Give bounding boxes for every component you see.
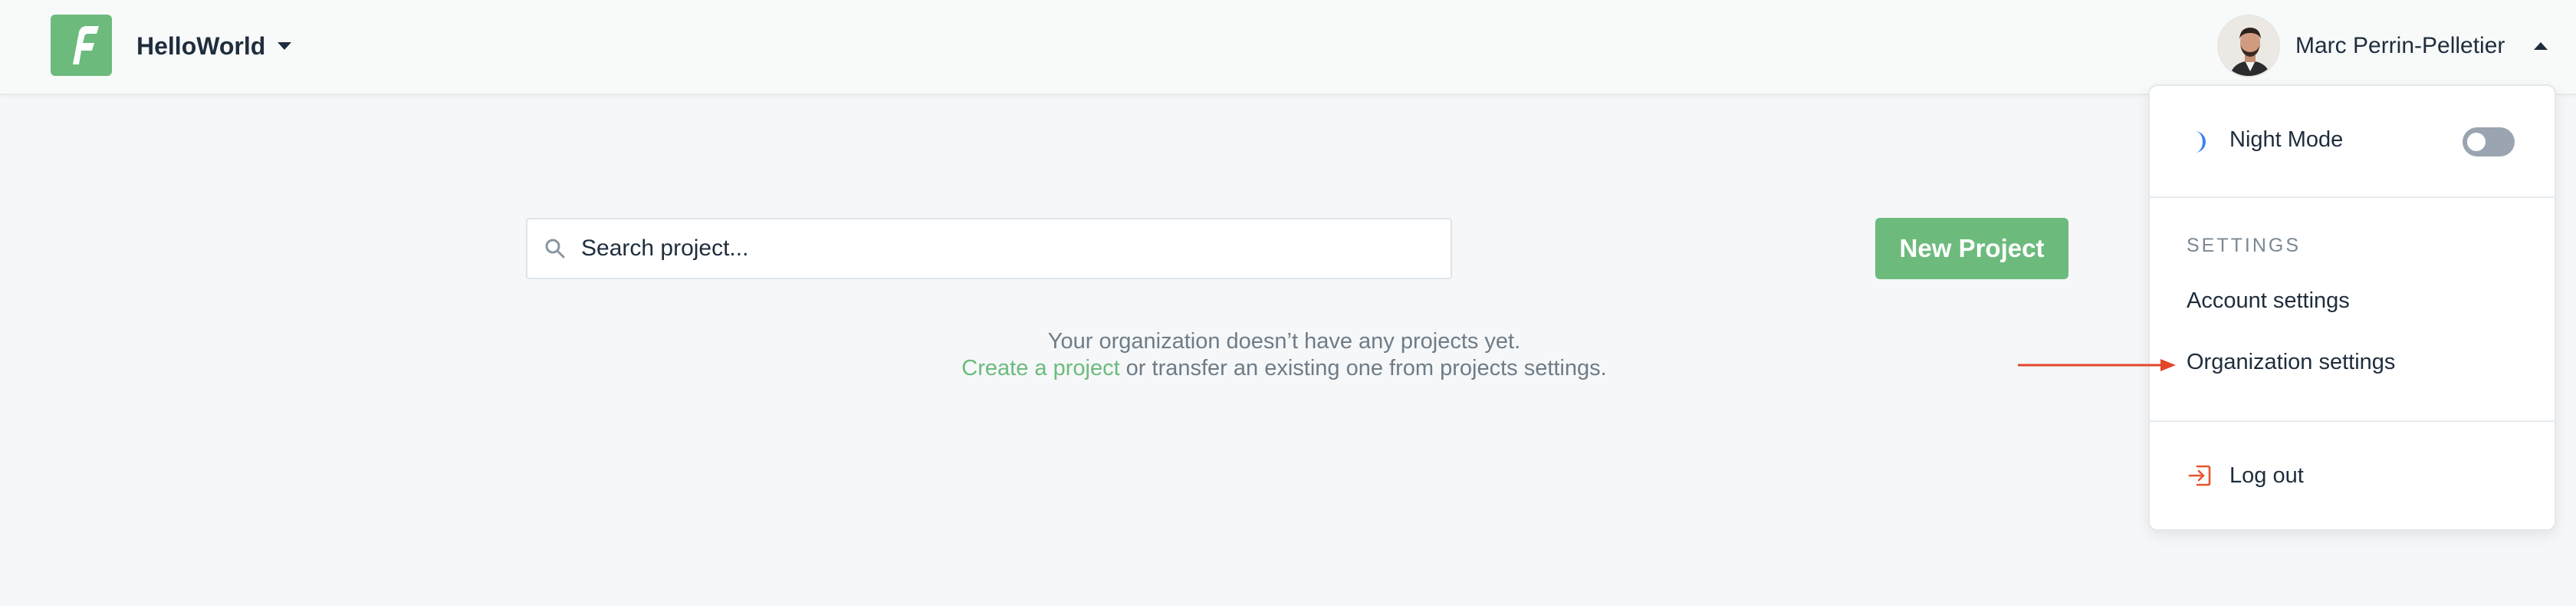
chevron-up-icon bbox=[2534, 42, 2548, 50]
org-name: HelloWorld bbox=[136, 31, 266, 60]
logout-icon bbox=[2188, 465, 2211, 486]
moon-icon bbox=[2195, 131, 2206, 153]
avatar-portrait bbox=[2219, 16, 2279, 76]
empty-state-line-2: Create a project or transfer an existing… bbox=[828, 355, 1740, 382]
user-dropdown-menu: Night Mode SETTINGS Account settings Org… bbox=[2148, 84, 2556, 531]
organization-settings-link[interactable]: Organization settings bbox=[2187, 350, 2395, 375]
night-mode-toggle[interactable] bbox=[2463, 127, 2515, 156]
search-box bbox=[526, 218, 1452, 279]
settings-heading: SETTINGS bbox=[2187, 235, 2302, 256]
empty-state-message: Your organization doesn’t have any proje… bbox=[828, 328, 1740, 382]
logo-icon bbox=[73, 26, 99, 64]
search-icon bbox=[545, 239, 565, 259]
empty-state-line-1: Your organization doesn’t have any proje… bbox=[1047, 329, 1521, 354]
empty-state-line-2-text: or transfer an existing one from project… bbox=[1119, 356, 1607, 380]
top-bar: HelloWorld Marc Perrin-Pelletier bbox=[0, 0, 2576, 95]
org-switcher[interactable]: HelloWorld bbox=[136, 28, 292, 64]
app-logo[interactable] bbox=[51, 15, 112, 76]
menu-divider bbox=[2150, 196, 2555, 198]
chevron-down-icon bbox=[278, 42, 292, 50]
user-menu-toggle[interactable]: Marc Perrin-Pelletier bbox=[2217, 15, 2548, 77]
annotation-arrow-icon bbox=[2018, 359, 2176, 371]
night-mode-label: Night Mode bbox=[2229, 127, 2344, 152]
night-mode-row: Night Mode bbox=[2150, 117, 2555, 167]
account-settings-link[interactable]: Account settings bbox=[2187, 288, 2350, 314]
new-project-button[interactable]: New Project bbox=[1875, 218, 2068, 279]
logout-label: Log out bbox=[2229, 463, 2304, 488]
toggle-knob bbox=[2467, 133, 2486, 151]
logout-item[interactable]: Log out bbox=[2150, 453, 2555, 499]
search-input[interactable] bbox=[581, 219, 1440, 278]
create-project-link[interactable]: Create a project bbox=[961, 356, 1119, 380]
user-name: Marc Perrin-Pelletier bbox=[2295, 33, 2505, 58]
avatar bbox=[2217, 15, 2280, 77]
menu-divider bbox=[2150, 420, 2555, 422]
